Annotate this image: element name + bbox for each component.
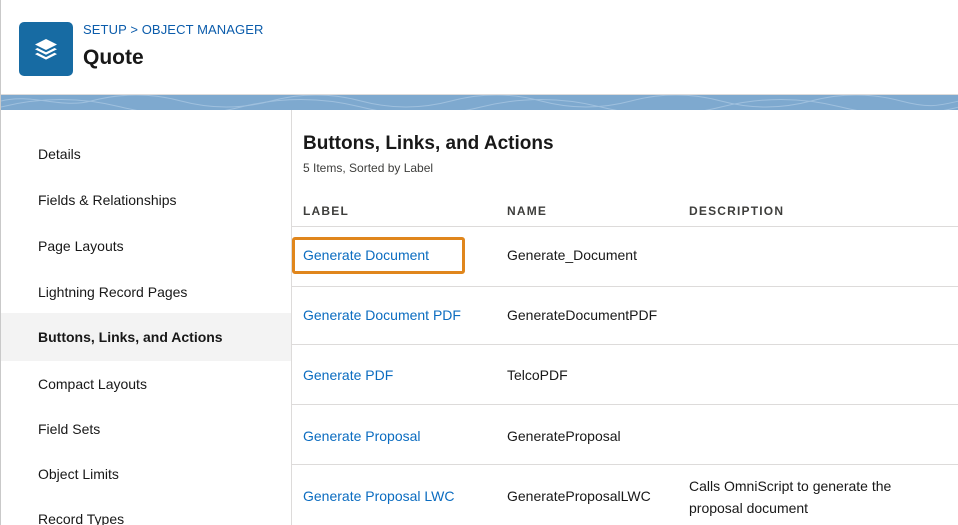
column-header-label[interactable]: LABEL [303, 204, 349, 218]
section-title: Buttons, Links, and Actions [303, 133, 554, 154]
sidebar-item-record-types[interactable]: Record Types [1, 496, 291, 525]
sidebar-item-object-limits[interactable]: Object Limits [1, 451, 291, 497]
sidebar-item-label: Field Sets [38, 421, 101, 437]
section-subtitle: 5 Items, Sorted by Label [303, 161, 434, 175]
sidebar-item-label: Record Types [38, 511, 125, 525]
action-label-link[interactable]: Generate Proposal LWC [303, 488, 454, 504]
sidebar-item-compact-layouts[interactable]: Compact Layouts [1, 361, 291, 407]
table-header: LABEL NAME DESCRIPTION [292, 195, 958, 227]
description-line: Calls OmniScript to generate the [689, 478, 892, 494]
action-api-name: GenerateDocumentPDF [507, 307, 658, 323]
table-row: Generate Proposal LWC GenerateProposalLW… [292, 465, 958, 525]
sidebar-item-label: Buttons, Links, and Actions [38, 329, 223, 345]
layers-icon [19, 22, 73, 76]
sidebar-item-page-layouts[interactable]: Page Layouts [1, 223, 291, 269]
sidebar-item-label: Compact Layouts [38, 376, 147, 392]
sidebar-item-buttons-links-actions[interactable]: Buttons, Links, and Actions [1, 313, 291, 361]
sidebar: Details Fields & Relationships Page Layo… [1, 110, 292, 525]
table-row: Generate Document PDF GenerateDocumentPD… [292, 287, 958, 345]
sidebar-item-label: Details [38, 146, 81, 162]
sidebar-item-lightning-record-pages[interactable]: Lightning Record Pages [1, 269, 291, 315]
sidebar-item-label: Object Limits [38, 466, 119, 482]
column-header-name[interactable]: NAME [507, 204, 547, 218]
column-header-description[interactable]: DESCRIPTION [689, 204, 784, 218]
action-api-name: TelcoPDF [507, 367, 568, 383]
table-row: Generate Document Generate_Document [292, 227, 958, 287]
action-label-link[interactable]: Generate PDF [303, 367, 393, 383]
main-content: Buttons, Links, and Actions 5 Items, Sor… [292, 110, 958, 525]
page-header: SETUP > OBJECT MANAGER Quote [1, 0, 958, 95]
sidebar-item-fields-relationships[interactable]: Fields & Relationships [1, 177, 291, 223]
sidebar-item-label: Fields & Relationships [38, 192, 177, 208]
action-api-name: GenerateProposalLWC [507, 488, 651, 504]
table-row: Generate PDF TelcoPDF [292, 345, 958, 405]
sidebar-item-label: Page Layouts [38, 238, 124, 254]
action-description: Calls OmniScript to generate the proposa… [689, 475, 891, 519]
breadcrumb[interactable]: SETUP > OBJECT MANAGER [83, 22, 264, 37]
sidebar-item-field-sets[interactable]: Field Sets [1, 406, 291, 452]
description-line: proposal document [689, 500, 809, 516]
sidebar-item-details[interactable]: Details [1, 131, 291, 177]
object-manager-page: SETUP > OBJECT MANAGER Quote Details Fie… [0, 0, 958, 525]
sidebar-item-label: Lightning Record Pages [38, 284, 188, 300]
table-row: Generate Proposal GenerateProposal [292, 405, 958, 465]
action-label-link[interactable]: Generate Proposal [303, 428, 421, 444]
action-api-name: GenerateProposal [507, 428, 621, 444]
action-label-link[interactable]: Generate Document PDF [303, 307, 461, 323]
action-label-link[interactable]: Generate Document [303, 247, 429, 263]
page-title: Quote [83, 46, 144, 69]
decorative-band [1, 95, 958, 110]
action-api-name: Generate_Document [507, 247, 637, 263]
